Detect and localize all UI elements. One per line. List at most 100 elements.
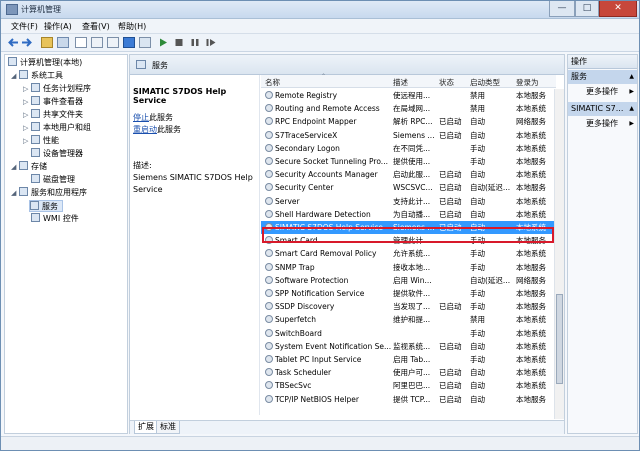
service-row[interactable]: SNMP Trap 接收本地... 手动 本地服务: [261, 261, 556, 274]
menu-view[interactable]: 查看(V): [82, 21, 110, 32]
menu-file[interactable]: 文件(F): [11, 21, 38, 32]
tree-item-services-applications[interactable]: ◢ 服务和应用程序: [11, 187, 87, 199]
show-hide-tree-icon[interactable]: [57, 37, 69, 48]
service-name-cell: SPP Notification Service: [265, 287, 391, 300]
tree-item-storage[interactable]: ◢ 存储: [11, 161, 47, 173]
service-logon-text: 本地系统: [516, 368, 546, 378]
collapse-section-icon[interactable]: ▲: [629, 70, 634, 84]
performance-icon: [31, 135, 40, 144]
service-desc-cell: 支持此计...: [393, 195, 437, 208]
service-row[interactable]: System Event Notification Se... 监视系统... 已启…: [261, 340, 556, 353]
maximize-button[interactable]: □: [575, 1, 599, 17]
tree-item-computer-management[interactable]: 计算机管理(本地): [8, 57, 82, 69]
collapse-section-icon[interactable]: ▲: [629, 102, 634, 116]
restart-service-icon[interactable]: [205, 37, 217, 48]
service-row[interactable]: TCP/IP NetBIOS Helper 提供 TCP... 已启动 自动 本地服务: [261, 393, 556, 406]
service-row[interactable]: Smart Card Removal Policy 允许系统... 手动 本地系统: [261, 247, 556, 260]
service-row[interactable]: Security Accounts Manager 启动此服... 已启动 自动 本地系…: [261, 168, 556, 181]
expand-arrow-icon[interactable]: ▷: [23, 109, 31, 121]
vertical-scrollbar[interactable]: [554, 89, 564, 419]
service-row[interactable]: RPC Endpoint Mapper 解析 RPC... 已启动 自动 网络服务: [261, 115, 556, 128]
service-row[interactable]: Secure Socket Tunneling Pro... 提供使用... 手动 本…: [261, 155, 556, 168]
tree-item-task-scheduler[interactable]: ▷ 任务计划程序: [23, 83, 91, 95]
service-row[interactable]: Security Center WSCSVC... 已启动 自动(延迟... 本地服务: [261, 181, 556, 194]
actions-pane: 操作 服务 ▲ 更多操作 ▶ SIMATIC S7... ▲ 更多操作 ▶: [567, 54, 638, 434]
expand-arrow-icon[interactable]: ▷: [23, 96, 31, 108]
collapse-arrow-icon[interactable]: ◢: [11, 187, 19, 199]
start-service-icon[interactable]: [157, 37, 169, 48]
service-name-cell: Remote Registry: [265, 89, 391, 102]
service-row[interactable]: Routing and Remote Access 在局域网... 禁用 本地系统: [261, 102, 556, 115]
tree-item-device-manager[interactable]: 设备管理器: [31, 148, 83, 160]
service-row[interactable]: Server 支持此计... 已启动 自动 本地系统: [261, 195, 556, 208]
scrollbar-thumb[interactable]: [556, 294, 563, 384]
tree-item-performance[interactable]: ▷ 性能: [23, 135, 59, 147]
tree-item-local-users-groups[interactable]: ▷ 本地用户和组: [23, 122, 91, 134]
help-icon[interactable]: [123, 37, 135, 48]
more-actions-services[interactable]: 更多操作 ▶: [568, 85, 637, 99]
column-header-log-on-as[interactable]: 登录为: [516, 77, 539, 88]
column-header-startup-type[interactable]: 启动类型: [470, 77, 500, 88]
actions-section-services[interactable]: 服务 ▲: [568, 70, 637, 84]
service-desc-text: 在局域网...: [393, 104, 431, 114]
tree-item-system-tools[interactable]: ◢ 系统工具: [11, 70, 63, 82]
restart-service-link[interactable]: 重启动: [133, 125, 157, 134]
service-desc-text: 允许系统...: [393, 249, 431, 259]
stop-service-icon[interactable]: [173, 37, 185, 48]
service-status-text: 已启动: [439, 183, 462, 193]
refresh-icon[interactable]: [91, 37, 103, 48]
column-header-name[interactable]: 名称: [265, 77, 280, 88]
collapse-arrow-icon[interactable]: ◢: [11, 70, 19, 82]
service-logon-cell: 本地服务: [516, 261, 556, 274]
menu-action[interactable]: 操作(A): [44, 21, 72, 32]
tree-item-shared-folders[interactable]: ▷ 共享文件夹: [23, 109, 83, 121]
minimize-button[interactable]: —: [549, 1, 575, 17]
service-status-text: 已启动: [439, 196, 462, 206]
service-desc-text: Siemens ...: [393, 130, 435, 140]
service-row[interactable]: Task Scheduler 使用户可... 已启动 自动 本地系统: [261, 366, 556, 379]
title-bar[interactable]: 计算机管理 — □ ✕: [1, 1, 639, 19]
service-row[interactable]: TBSecSvc 阿里巴巴... 已启动 自动 本地系统: [261, 379, 556, 392]
tree-item-event-viewer[interactable]: ▷ 事件查看器: [23, 96, 83, 108]
service-row[interactable]: Shell Hardware Detection 为自动播... 已启动 自动 本地系统: [261, 208, 556, 221]
properties-icon[interactable]: [75, 37, 87, 48]
stop-service-link[interactable]: 停止: [133, 113, 149, 122]
tree-item-wmi-control[interactable]: WMI 控件: [31, 213, 79, 225]
service-row[interactable]: Tablet PC Input Service 启用 Tab... 手动 本地系统: [261, 353, 556, 366]
console-view-icon[interactable]: [139, 37, 151, 48]
service-desc-cell: WSCSVC...: [393, 181, 437, 194]
expand-arrow-icon[interactable]: ▷: [23, 135, 31, 147]
service-row[interactable]: SPP Notification Service 提供软件... 手动 本地服务: [261, 287, 556, 300]
service-row[interactable]: Superfetch 维护和提... 禁用 本地系统: [261, 313, 556, 326]
pause-service-icon[interactable]: [189, 37, 201, 48]
tree-item-services[interactable]: 服务: [29, 200, 63, 212]
up-folder-icon[interactable]: [41, 37, 53, 48]
service-row[interactable]: S7TraceServiceX Siemens ... 已启动 自动 本地系统: [261, 129, 556, 142]
close-button[interactable]: ✕: [599, 1, 637, 17]
menu-help[interactable]: 帮助(H): [118, 21, 146, 32]
actions-section-selected-service[interactable]: SIMATIC S7... ▲: [568, 102, 637, 116]
expand-arrow-icon[interactable]: ▷: [23, 122, 31, 134]
tab-standard[interactable]: 标准: [156, 421, 180, 434]
service-gear-icon: [265, 394, 273, 403]
more-actions-selected-service[interactable]: 更多操作 ▶: [568, 117, 637, 131]
expand-arrow-icon[interactable]: ▷: [23, 83, 31, 95]
export-list-icon[interactable]: [107, 37, 119, 48]
back-arrow-icon[interactable]: [7, 37, 19, 48]
service-row[interactable]: Software Protection 启用 Win... 自动(延迟... 网络服务: [261, 274, 556, 287]
column-header-description[interactable]: 描述: [393, 77, 408, 88]
service-row[interactable]: Secondary Logon 在不同凭... 手动 本地系统: [261, 142, 556, 155]
forward-arrow-icon[interactable]: [21, 37, 33, 48]
tab-extended[interactable]: 扩展: [134, 421, 158, 434]
tree-item-disk-management[interactable]: 磁盘管理: [31, 174, 75, 186]
service-logon-text: 网络服务: [516, 275, 546, 285]
service-row[interactable]: Remote Registry 使远程用... 禁用 本地服务: [261, 89, 556, 102]
service-row[interactable]: SwitchBoard 手动 本地系统: [261, 327, 556, 340]
service-row[interactable]: SSDP Discovery 当发现了... 已启动 手动 本地服务: [261, 300, 556, 313]
collapse-arrow-icon[interactable]: ◢: [11, 161, 19, 173]
service-status-text: 已启动: [439, 394, 462, 404]
service-name-cell: SwitchBoard: [265, 327, 391, 340]
service-logon-text: 本地系统: [516, 104, 546, 114]
service-status-text: 已启动: [439, 130, 462, 140]
column-header-status[interactable]: 状态: [439, 77, 454, 88]
